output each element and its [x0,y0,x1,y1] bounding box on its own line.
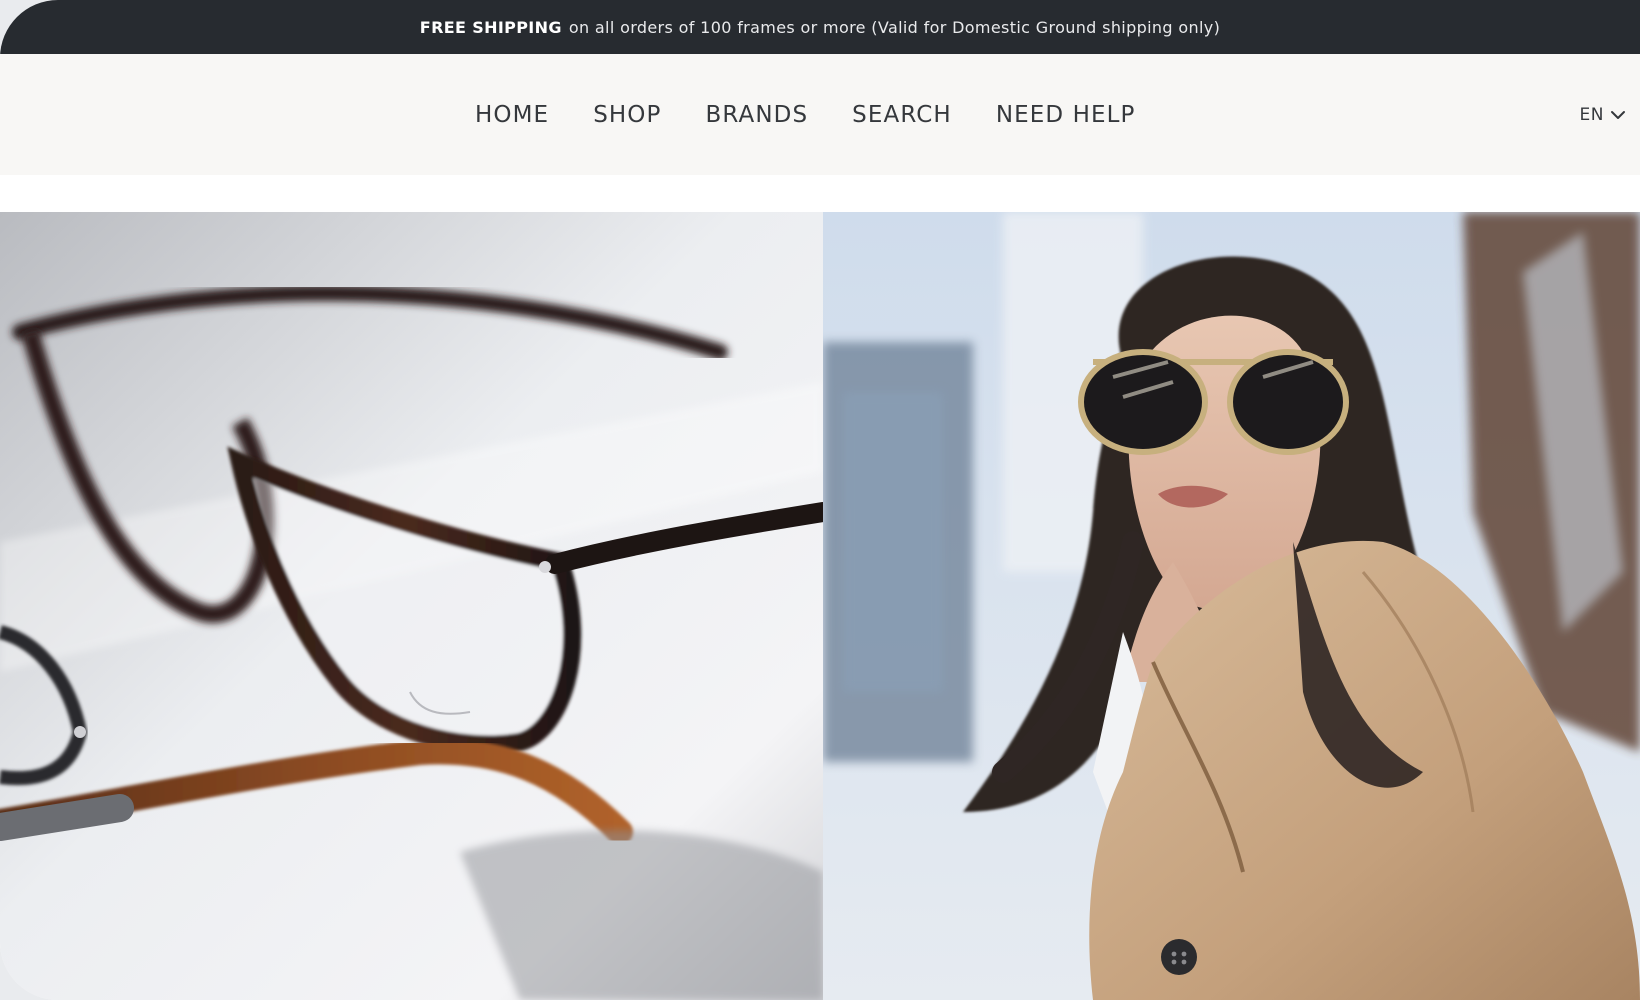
eyeglasses-product-image[interactable] [0,212,823,1000]
announcement-highlight: FREE SHIPPING [419,17,562,37]
announcement-text: on all orders of 100 frames or more (Val… [568,17,1221,37]
nav-shop[interactable]: SHOP [593,102,661,128]
language-label: EN [1579,104,1604,125]
nav-search[interactable]: SEARCH [852,102,952,128]
eyeglasses-illustration [0,212,823,1000]
page: FREE SHIPPING on all orders of 100 frame… [0,0,1640,1000]
woman-sunglasses-image[interactable] [823,212,1640,1000]
site-header: HOME SHOP BRANDS SEARCH NEED HELP EN [0,54,1640,175]
chevron-down-icon [1611,110,1625,119]
main-nav: HOME SHOP BRANDS SEARCH NEED HELP [475,54,1136,175]
nav-brands[interactable]: BRANDS [705,102,808,128]
language-selector[interactable]: EN [1580,54,1626,175]
woman-sunglasses-illustration [823,212,1640,1000]
nav-need-help[interactable]: NEED HELP [996,102,1136,128]
announcement-bar: FREE SHIPPING on all orders of 100 frame… [0,0,1640,54]
hero-section [0,212,1640,1000]
nav-home[interactable]: HOME [475,102,549,128]
